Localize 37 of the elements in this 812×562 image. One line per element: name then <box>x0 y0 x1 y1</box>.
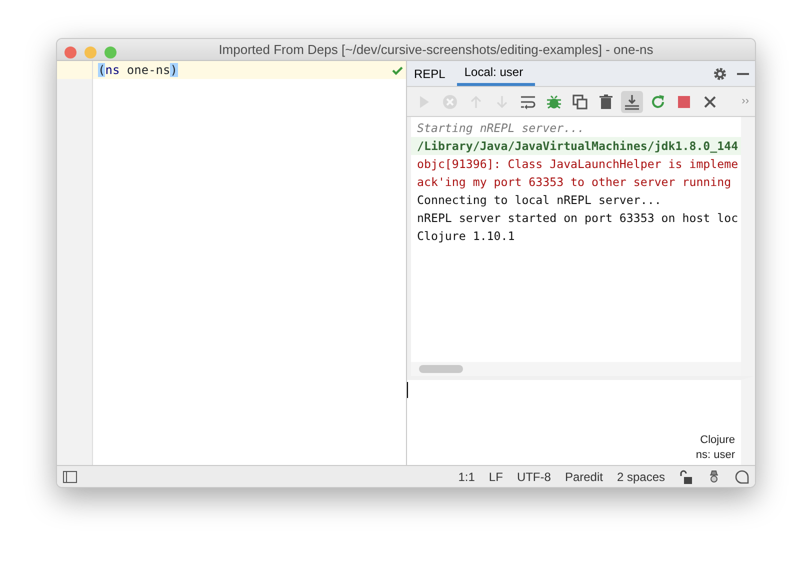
window-title: Imported From Deps [~/dev/cursive-screenshots/editing-examples] - one-ns <box>218 42 654 57</box>
input-info-text: ns: user <box>696 448 735 463</box>
input-info-text: Clojure <box>699 433 735 448</box>
status-item[interactable]: Paredit <box>564 468 603 486</box>
output-line: objc[91396]: Class JavaLaunchHelper is impleme <box>416 156 740 173</box>
scroll-to-end-button[interactable] <box>621 90 643 112</box>
trash-icon <box>598 94 614 110</box>
status-item[interactable]: 1:1 <box>458 468 475 486</box>
output-line: nREPL server started on port 63353 on host loc <box>416 210 740 227</box>
minimize-icon[interactable] <box>737 72 749 74</box>
status-item[interactable]: LF <box>488 468 503 486</box>
text-caret <box>407 382 408 398</box>
code-line: (ns one-ns) <box>98 62 178 79</box>
soft-wrap-icon <box>520 94 536 110</box>
copy-icon <box>572 94 588 110</box>
settings-icon[interactable] <box>713 66 727 80</box>
output-line: Starting nREPL server... <box>416 120 586 137</box>
output-line: Clojure 1.10.1 <box>416 228 516 245</box>
up-arrow-icon <box>468 94 484 110</box>
repl-tab[interactable]: REPL <box>407 61 458 86</box>
output-line: ack'ing my port 63353 to other server running <box>416 174 732 191</box>
rerun-icon <box>650 94 666 110</box>
down-arrow-icon <box>494 94 510 110</box>
panel-toggle-icon[interactable] <box>63 470 77 482</box>
unlock-icon[interactable] <box>679 470 693 484</box>
close-icon <box>702 94 718 110</box>
status-item[interactable]: UTF-8 <box>516 468 551 486</box>
bug-icon <box>546 94 562 110</box>
scrollbar-thumb[interactable] <box>419 365 463 373</box>
stop-icon <box>676 94 692 110</box>
output-line: Connecting to local nREPL server... <box>416 192 662 209</box>
inspector-icon[interactable] <box>707 470 721 484</box>
scroll-to-end-icon <box>624 94 640 110</box>
notifications-icon[interactable] <box>735 470 749 484</box>
cancel-icon <box>442 94 458 110</box>
horizontal-scrollbar[interactable] <box>411 362 741 376</box>
status-item[interactable]: 2 spaces <box>616 468 665 486</box>
